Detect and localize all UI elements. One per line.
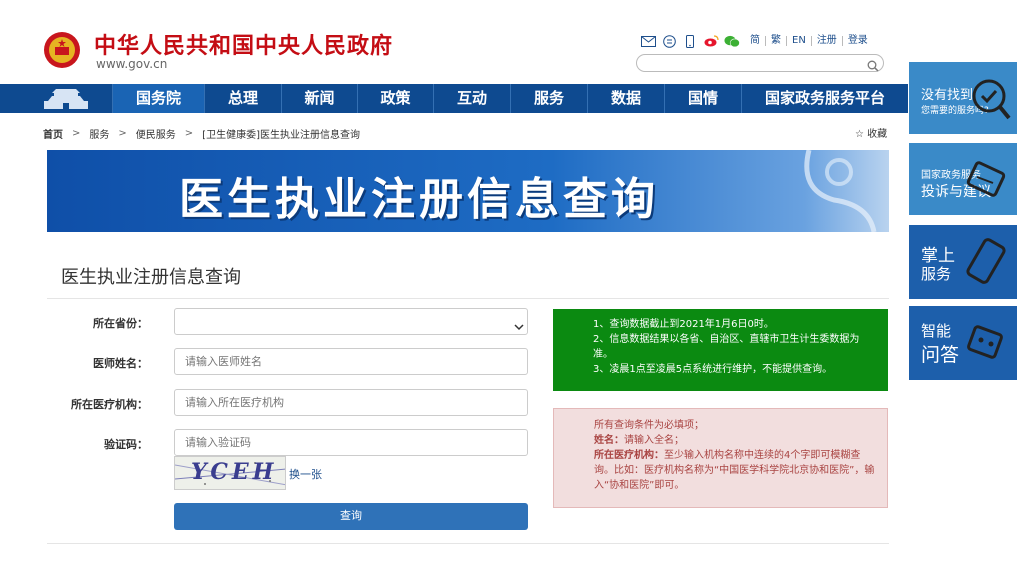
change-captcha-link[interactable]: 换一张	[289, 466, 322, 482]
site-url: www.gov.cn	[96, 57, 168, 71]
divider	[47, 298, 889, 299]
doctor-name-input[interactable]	[174, 348, 528, 375]
nav-data[interactable]: 数据	[587, 84, 664, 113]
notice-name-rule: 姓名：请输入全名；	[594, 435, 684, 446]
captcha-code: YCEH	[191, 459, 278, 485]
english-link[interactable]: EN	[786, 36, 811, 46]
login-link[interactable]: 登录	[841, 36, 873, 46]
notice-intro: 所有查询条件为必填项；	[594, 420, 704, 431]
nav-government-service-platform[interactable]: 国家政务服务平台	[741, 84, 908, 113]
side-smart-qa[interactable]: 智能 问答	[909, 306, 1017, 380]
national-emblem-icon[interactable]	[42, 30, 82, 70]
nav-services[interactable]: 服务	[510, 84, 587, 113]
notice-line: 2、信息数据结果以各省、自治区、直辖市卫生计生委数据为准。	[593, 334, 860, 360]
feedback-icon	[957, 153, 1013, 209]
chevron-right-icon: >	[184, 128, 194, 139]
side-complaint-suggestion[interactable]: 国家政务服务 投诉与建议	[909, 143, 1017, 215]
star-icon: ☆	[855, 129, 864, 140]
favorite-label: 收藏	[867, 129, 888, 140]
breadcrumb-services[interactable]: 服务	[89, 126, 109, 141]
message-icon[interactable]	[661, 34, 677, 48]
captcha-input[interactable]	[174, 429, 528, 456]
notice-line: 3、凌晨1点至凌晨5点系统进行维护，不能提供查询。	[593, 364, 833, 375]
medical-org-label: 所在医疗机构：	[71, 398, 148, 411]
favorite-button[interactable]: ☆ 收藏	[855, 125, 887, 140]
breadcrumb: 首页 > 服务 > 便民服务 > [卫生健康委]医生执业注册信息查询	[43, 126, 360, 141]
nav-news[interactable]: 新闻	[281, 84, 357, 113]
search-input[interactable]	[645, 59, 865, 76]
captcha-label: 验证码：	[104, 438, 148, 451]
wechat-icon[interactable]	[724, 34, 740, 48]
mobile-icon[interactable]	[682, 34, 698, 48]
province-select[interactable]	[174, 308, 528, 335]
required-notice-box: 所有查询条件为必填项； 姓名：请输入全名； 所在医疗机构：至少输入机构名称中连续…	[553, 408, 888, 508]
nav-interaction[interactable]: 互动	[433, 84, 510, 113]
chevron-down-icon	[514, 317, 524, 331]
query-notice-box: 1、查询数据截止到2021年1月6日0时。 2、信息数据结果以各省、自治区、直辖…	[553, 309, 888, 391]
breadcrumb-home[interactable]: 首页	[43, 126, 63, 141]
tiananmen-home-icon[interactable]	[40, 87, 92, 111]
captcha-image[interactable]: YCEH	[174, 456, 286, 490]
site-header: 中华人民共和国中央人民政府 www.gov.cn 简 繁 EN 注册 登录	[0, 0, 1024, 84]
nav-premier[interactable]: 总理	[204, 84, 281, 113]
stethoscope-icon	[779, 150, 889, 232]
page-banner: 医生执业注册信息查询	[47, 150, 889, 232]
breadcrumb-convenience[interactable]: 便民服务	[136, 126, 176, 141]
tile-line2: 服务	[921, 265, 952, 283]
query-button[interactable]: 查询	[174, 503, 528, 530]
mobile-phone-icon	[957, 235, 1013, 291]
nav-national-conditions[interactable]: 国情	[664, 84, 741, 113]
notice-line: 1、查询数据截止到2021年1月6日0时。	[593, 319, 774, 330]
register-link[interactable]: 注册	[810, 36, 842, 46]
site-title[interactable]: 中华人民共和国中央人民政府	[94, 28, 393, 60]
top-links: 简 繁 EN 注册 登录	[640, 33, 873, 49]
nav-state-council[interactable]: 国务院	[112, 84, 204, 113]
chevron-right-icon: >	[118, 128, 127, 139]
robot-icon	[957, 316, 1013, 372]
side-mobile-service[interactable]: 掌上 服务	[909, 225, 1017, 299]
search-icon[interactable]	[867, 57, 879, 72]
doctor-name-label: 医师姓名：	[93, 357, 148, 370]
banner-title: 医生执业注册信息查询	[179, 174, 659, 225]
traditional-chinese-link[interactable]: 繁	[765, 36, 786, 46]
side-not-found-service[interactable]: 没有找到 您需要的服务吗?	[909, 62, 1017, 134]
main-nav: 国务院 总理 新闻 政策 互动 服务 数据 国情 国家政务服务平台	[0, 84, 908, 113]
tile-line2: 问答	[921, 344, 960, 366]
notice-org-rule: 所在医疗机构：至少输入机构名称中连续的4个字即可模糊查询。比如：医疗机构名称为“…	[594, 450, 875, 491]
divider	[47, 543, 889, 544]
breadcrumb-current: [卫生健康委]医生执业注册信息查询	[202, 130, 360, 141]
medical-org-input[interactable]	[174, 389, 528, 416]
nav-policy[interactable]: 政策	[357, 84, 433, 113]
tile-line1: 智能	[921, 322, 952, 340]
chevron-right-icon: >	[72, 128, 81, 139]
search-check-icon	[957, 72, 1013, 128]
site-search	[636, 54, 884, 76]
simplified-chinese-link[interactable]: 简	[745, 36, 765, 46]
weibo-icon[interactable]	[703, 34, 719, 48]
section-title: 医生执业注册信息查询	[61, 267, 241, 288]
province-label: 所在省份：	[93, 317, 148, 330]
mail-icon[interactable]	[640, 34, 656, 48]
